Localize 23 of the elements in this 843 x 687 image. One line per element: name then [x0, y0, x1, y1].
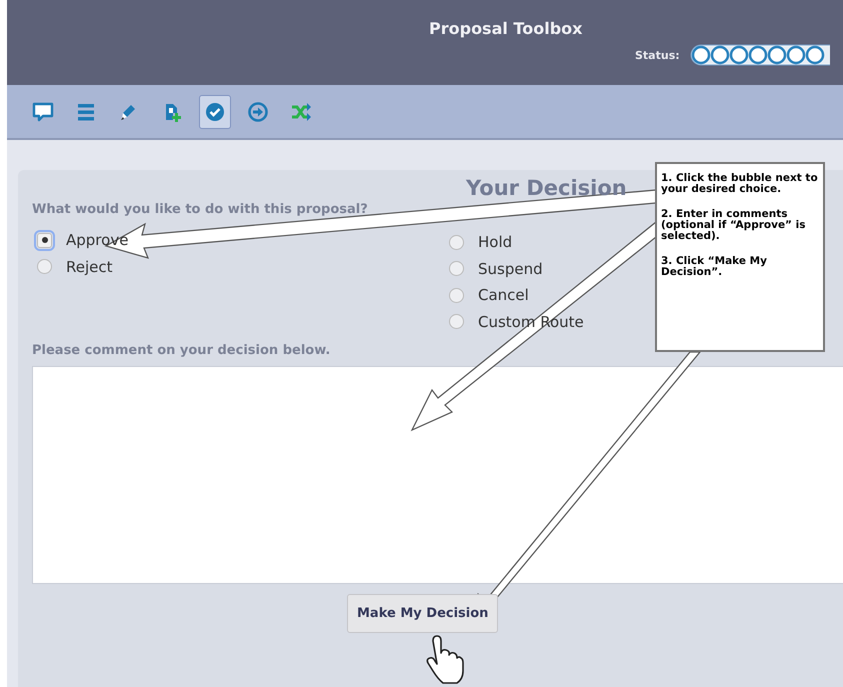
comment-label: Please comment on your decision below. [32, 343, 330, 358]
submit-button[interactable]: Make My Decision [347, 594, 498, 633]
decision-option[interactable]: Hold [449, 229, 512, 256]
comment-field[interactable] [32, 366, 843, 584]
arrow-circle-icon [246, 100, 270, 124]
radio-button[interactable] [37, 259, 52, 274]
radio-button[interactable] [449, 261, 464, 276]
status-label: Status: [635, 48, 680, 62]
callout-text: 1. Click the bubble next to your desired choice. [661, 173, 819, 195]
hand-cursor-icon [426, 635, 464, 684]
radio-button[interactable] [37, 232, 52, 248]
callout-text: 2. Enter in comments (optional if “Approve” is selected). [661, 209, 806, 242]
question-label: What would you like to do with this proposal? [32, 202, 368, 217]
radio-button[interactable] [449, 234, 464, 250]
window-title: Proposal Toolbox [428, 18, 582, 38]
decision-option[interactable]: Cancel [449, 282, 529, 308]
decision-option[interactable]: Suspend [449, 256, 543, 282]
toolbar-button[interactable] [199, 94, 231, 128]
callout-text: 3. Click “Make My Decision”. [661, 256, 768, 278]
decision-option[interactable]: Reject [37, 254, 113, 280]
radio-button[interactable] [449, 288, 464, 303]
radio-button[interactable] [449, 314, 464, 330]
panel-title: Your Decision [465, 176, 627, 200]
